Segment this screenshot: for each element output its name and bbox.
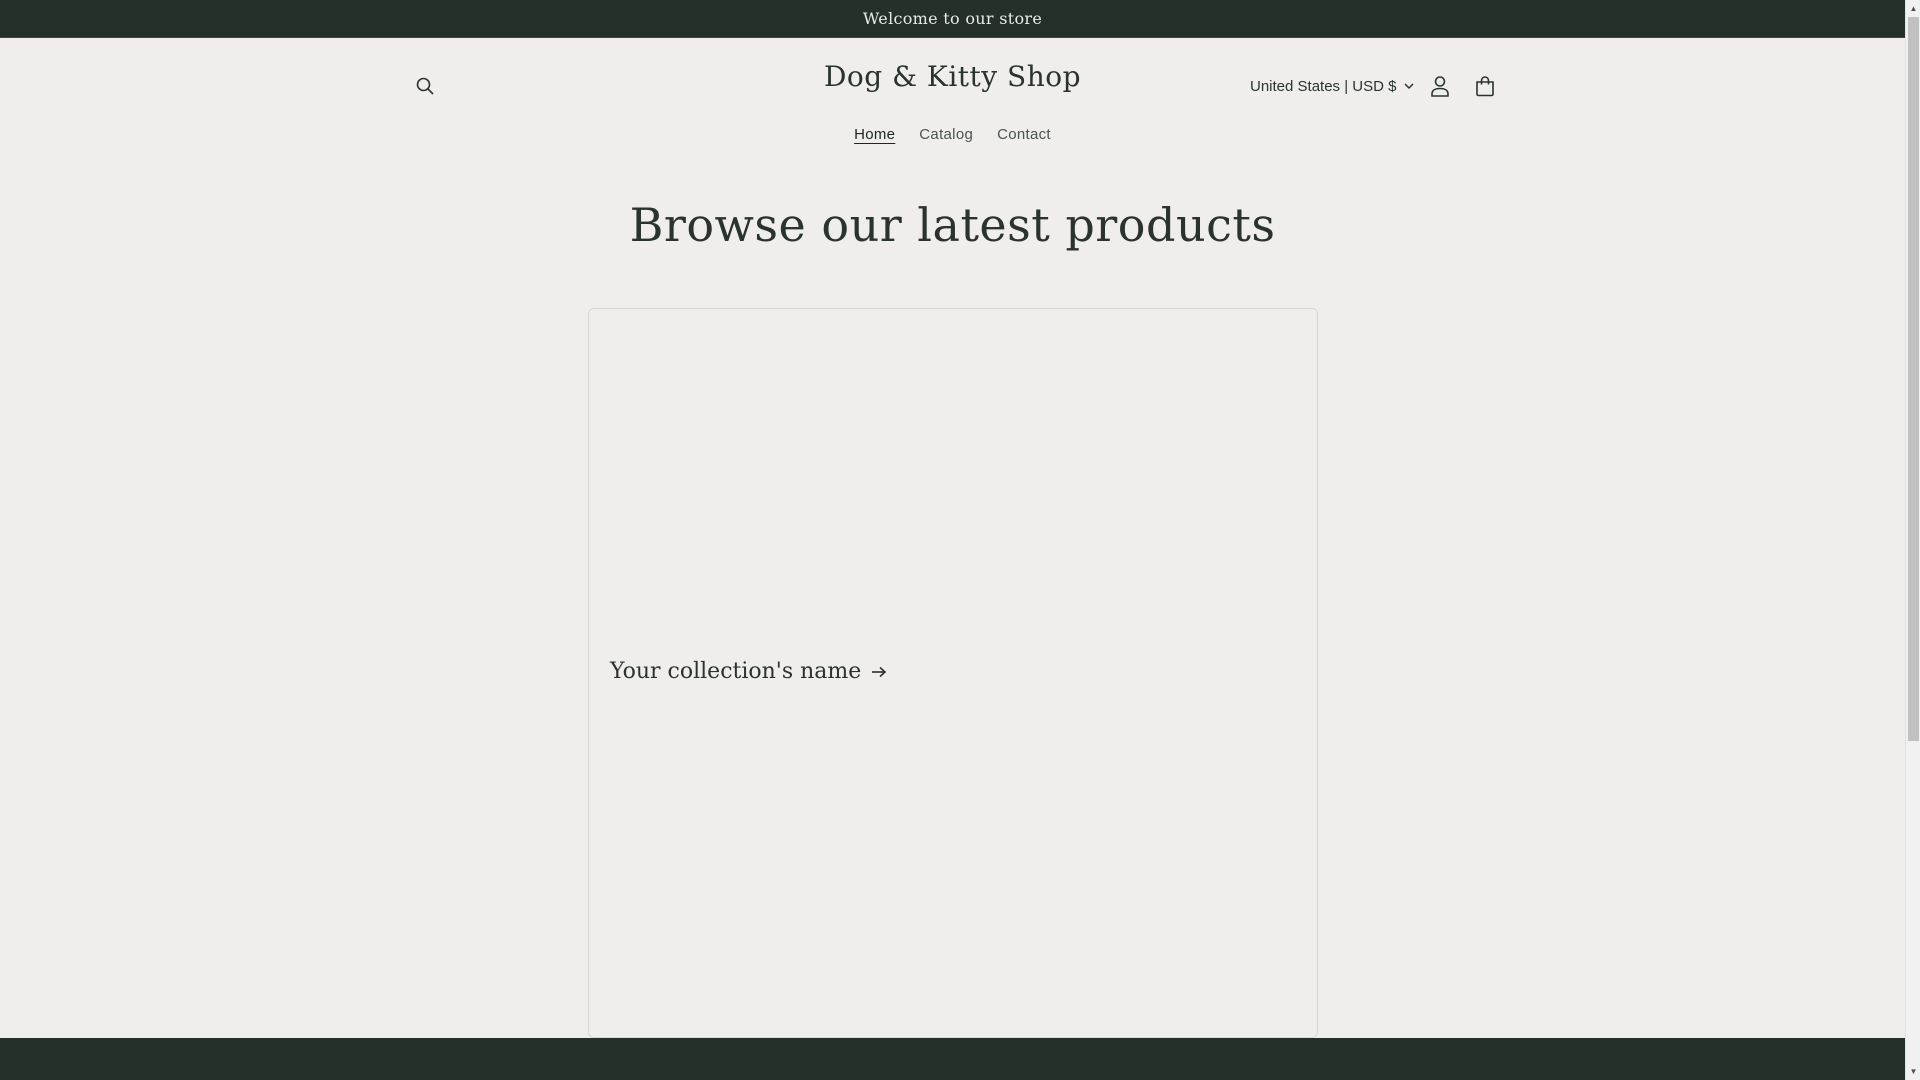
section-title: Browse our latest products	[629, 198, 1276, 252]
scroll-down-arrow-icon[interactable]: ▼	[1906, 1063, 1920, 1080]
account-icon	[1430, 75, 1450, 97]
footer-band	[0, 1038, 1905, 1080]
store-logo: Dog & Kitty Shop	[0, 60, 1905, 93]
currency-selector[interactable]: United States | USD $	[1240, 66, 1424, 106]
account-button[interactable]	[1418, 64, 1462, 108]
scroll-up-arrow-icon[interactable]: ▲	[1906, 0, 1920, 17]
nav-item-catalog[interactable]: Catalog	[907, 122, 985, 147]
announcement-bar: Welcome to our store	[0, 0, 1905, 38]
announcement-text: Welcome to our store	[862, 9, 1043, 28]
collection-title[interactable]: Your collection's name	[610, 659, 887, 684]
page-scrollbar[interactable]: ▲ ▼	[1905, 0, 1920, 1080]
site-header: Dog & Kitty Shop United States | USD $ H…	[0, 38, 1905, 162]
cart-button[interactable]	[1463, 64, 1507, 108]
main-navigation: Home Catalog Contact	[0, 122, 1905, 147]
currency-label: United States | USD $	[1250, 77, 1397, 95]
store-logo-link[interactable]: Dog & Kitty Shop	[824, 60, 1081, 93]
cart-icon	[1474, 75, 1496, 97]
chevron-down-icon	[1404, 82, 1414, 90]
scrollbar-thumb[interactable]	[1908, 17, 1919, 741]
arrow-right-icon	[871, 666, 887, 678]
nav-item-home[interactable]: Home	[842, 122, 907, 147]
nav-item-contact[interactable]: Contact	[985, 122, 1063, 147]
collection-name: Your collection's name	[610, 659, 862, 684]
collection-card[interactable]: Your collection's name	[588, 308, 1318, 1038]
